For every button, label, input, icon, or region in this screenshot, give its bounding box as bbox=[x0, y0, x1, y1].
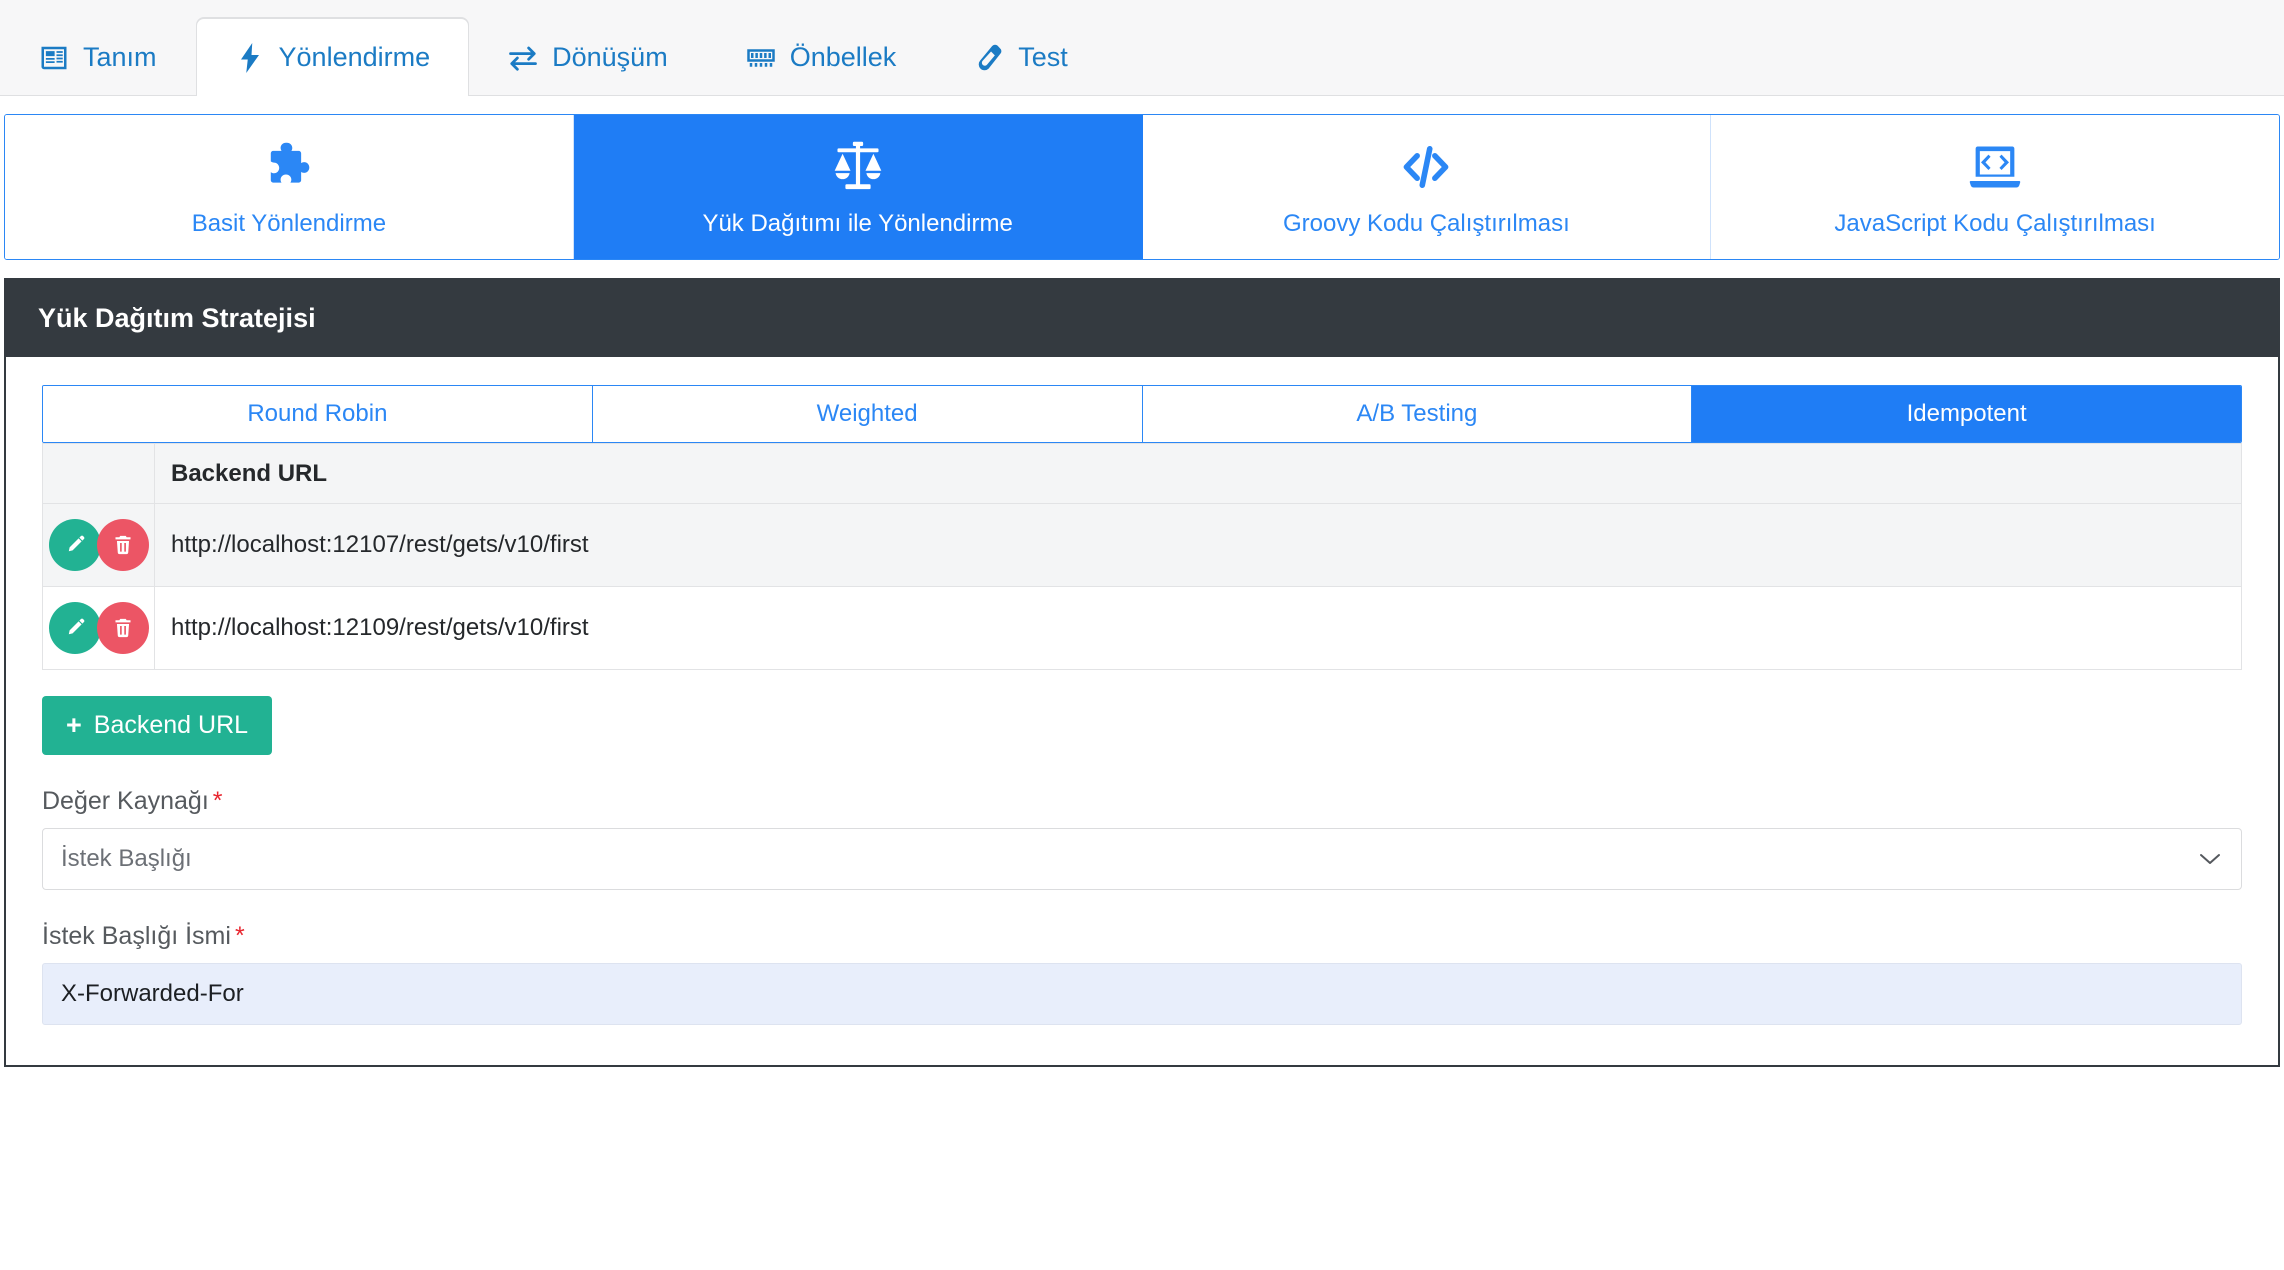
column-header-backend-url: Backend URL bbox=[154, 443, 2242, 504]
tab-label: Tanım bbox=[83, 42, 157, 72]
strategy-tab-group: Round Robin Weighted A/B Testing Idempot… bbox=[42, 385, 2242, 443]
tab-donusum[interactable]: Dönüşüm bbox=[469, 18, 707, 96]
card-yuk-dagitimi-ile-yonlendirme[interactable]: Yük Dağıtımı ile Yönlendirme bbox=[573, 115, 1143, 259]
card-javascript-kodu-calistirilmasi[interactable]: JavaScript Kodu Çalıştırılması bbox=[1711, 115, 2279, 259]
routing-method-cards: Basit Yönlendirme Yük Dağıtımı ile Yönle… bbox=[4, 114, 2280, 260]
code-slash-icon bbox=[1398, 138, 1454, 196]
value-source-label: Değer Kaynağı * bbox=[42, 787, 2242, 816]
request-header-name-label: İstek Başlığı İsmi * bbox=[42, 922, 2242, 951]
table-row: http://localhost:12107/rest/gets/v10/fir… bbox=[42, 503, 2242, 587]
delete-row-button[interactable] bbox=[96, 519, 149, 571]
request-header-name-value: X-Forwarded-For bbox=[61, 980, 244, 1007]
tab-label: Yönlendirme bbox=[278, 42, 431, 72]
required-marker: * bbox=[212, 787, 223, 815]
strategy-tab-round-robin[interactable]: Round Robin bbox=[43, 386, 593, 442]
row-action-group bbox=[43, 602, 154, 654]
table-header-row: Backend URL bbox=[42, 443, 2242, 504]
test-tube-icon bbox=[974, 43, 1004, 73]
plus-icon: + bbox=[66, 710, 82, 740]
main-tab-bar: Tanım Yönlendirme Dönüşüm Önbellek Test bbox=[0, 0, 2284, 96]
memory-chip-icon bbox=[746, 43, 776, 73]
bolt-icon bbox=[235, 42, 265, 73]
card-label: Groovy Kodu Çalıştırılması bbox=[1282, 210, 1570, 237]
edit-icon bbox=[63, 616, 87, 640]
strategy-tab-ab-testing[interactable]: A/B Testing bbox=[1142, 386, 1693, 442]
table-header: Backend URL bbox=[42, 443, 2242, 504]
card-label: Yük Dağıtımı ile Yönlendirme bbox=[702, 210, 1013, 237]
required-marker: * bbox=[234, 922, 245, 950]
edit-row-button[interactable] bbox=[48, 519, 101, 571]
strategy-tab-weighted[interactable]: Weighted bbox=[592, 386, 1143, 442]
value-source-selected-value: İstek Başlığı bbox=[61, 845, 192, 872]
tab-onbellek[interactable]: Önbellek bbox=[707, 18, 936, 96]
request-header-name-label-text: İstek Başlığı İsmi bbox=[42, 922, 231, 950]
card-label: Basit Yönlendirme bbox=[191, 210, 387, 237]
column-header-actions bbox=[42, 443, 155, 504]
row-actions-cell bbox=[42, 586, 155, 670]
add-backend-url-button[interactable]: + Backend URL bbox=[42, 696, 273, 755]
trash-icon bbox=[112, 533, 134, 557]
request-header-name-input[interactable]: X-Forwarded-For bbox=[42, 963, 2242, 1025]
card-groovy-kodu-calistirilmasi[interactable]: Groovy Kodu Çalıştırılması bbox=[1142, 115, 1712, 259]
newspaper-icon bbox=[39, 43, 69, 73]
backend-url-table: Backend URL http://localhost:12107/rest/… bbox=[42, 443, 2242, 670]
panel-title: Yük Dağıtım Stratejisi bbox=[6, 280, 2278, 357]
strategy-label: A/B Testing bbox=[1356, 400, 1478, 427]
panel-body: Round Robin Weighted A/B Testing Idempot… bbox=[6, 357, 2278, 1065]
add-backend-url-label: Backend URL bbox=[93, 711, 249, 739]
strategy-label: Idempotent bbox=[1906, 400, 2027, 427]
card-basit-yonlendirme[interactable]: Basit Yönlendirme bbox=[5, 115, 574, 259]
edit-row-button[interactable] bbox=[48, 602, 101, 654]
tab-tanim[interactable]: Tanım bbox=[0, 18, 196, 96]
backend-url-cell: http://localhost:12109/rest/gets/v10/fir… bbox=[154, 586, 2242, 670]
chevron-down-icon bbox=[2199, 852, 2221, 866]
row-action-group bbox=[43, 519, 154, 571]
tab-yonlendirme[interactable]: Yönlendirme bbox=[195, 18, 470, 96]
strategy-label: Weighted bbox=[816, 400, 918, 427]
card-label: JavaScript Kodu Çalıştırılması bbox=[1834, 210, 2156, 237]
strategy-label: Round Robin bbox=[247, 400, 388, 427]
tab-label: Test bbox=[1018, 42, 1068, 72]
delete-row-button[interactable] bbox=[96, 602, 149, 654]
puzzle-piece-icon bbox=[261, 138, 317, 196]
row-actions-cell bbox=[42, 503, 155, 587]
load-balancing-panel: Yük Dağıtım Stratejisi Round Robin Weigh… bbox=[4, 278, 2280, 1067]
trash-icon bbox=[112, 616, 134, 640]
value-source-select[interactable]: İstek Başlığı bbox=[42, 828, 2242, 890]
balance-scale-icon bbox=[830, 138, 886, 196]
exchange-arrows-icon bbox=[508, 43, 538, 73]
strategy-tab-idempotent[interactable]: Idempotent bbox=[1692, 386, 2241, 442]
value-source-label-text: Değer Kaynağı bbox=[42, 787, 209, 815]
tab-label: Dönüşüm bbox=[552, 42, 668, 72]
laptop-code-icon bbox=[1967, 138, 2023, 196]
tab-label: Önbellek bbox=[789, 42, 897, 72]
edit-icon bbox=[63, 533, 87, 557]
tab-test[interactable]: Test bbox=[935, 18, 1107, 96]
table-row: http://localhost:12109/rest/gets/v10/fir… bbox=[42, 586, 2242, 670]
backend-url-cell: http://localhost:12107/rest/gets/v10/fir… bbox=[154, 503, 2242, 587]
table-body: http://localhost:12107/rest/gets/v10/fir… bbox=[42, 503, 2242, 670]
